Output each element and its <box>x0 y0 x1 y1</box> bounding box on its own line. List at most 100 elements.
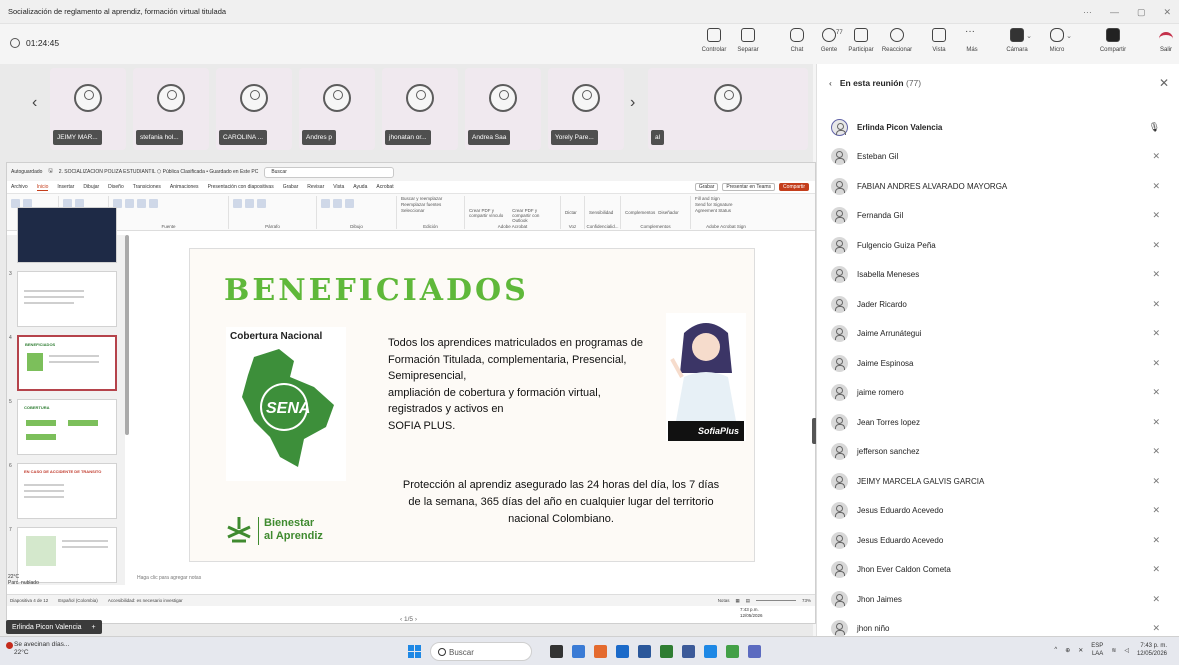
participant-row[interactable]: Jesus Eduardo Acevedo ✕ <box>817 527 1179 553</box>
slide-thumbnail[interactable]: EN CASO DE ACCIDENTE DE TRANSITO <box>17 463 117 519</box>
edge-icon[interactable] <box>616 645 629 658</box>
participant-row[interactable]: Fernanda Gil ✕ <box>817 203 1179 229</box>
mic-muted-icon[interactable]: ✕ <box>1152 535 1160 546</box>
menu-item[interactable]: Revisar <box>307 184 324 190</box>
participant-row[interactable]: Jean Torres lopez ✕ <box>817 409 1179 435</box>
accessibility-status[interactable]: Accesibilidad: es necesario investigar <box>108 598 183 603</box>
menu-item[interactable]: Animaciones <box>170 184 199 190</box>
volume-icon[interactable]: ◁ <box>1124 647 1129 654</box>
wifi-icon[interactable]: ≋ <box>1111 647 1116 654</box>
participant-row[interactable]: Jaime Espinosa ✕ <box>817 350 1179 376</box>
slide-thumbnail[interactable]: COBERTURA <box>17 399 117 455</box>
mic-muted-icon[interactable]: ✕ <box>1152 181 1160 192</box>
mic-muted-icon[interactable]: ✕ <box>1152 387 1160 398</box>
slide-thumbnail-selected[interactable]: BENEFICIADOS <box>17 335 117 391</box>
record-button[interactable]: Grabar <box>694 183 719 191</box>
menu-item[interactable]: Dibujar <box>83 184 99 190</box>
chevron-left-icon[interactable]: ‹ <box>32 94 37 112</box>
app-icon[interactable] <box>594 645 607 658</box>
ppt-share-button[interactable]: Compartir <box>779 183 809 191</box>
thumbnail-scrollbar[interactable] <box>125 235 129 435</box>
share-page-indicator[interactable]: ‹ 1/5 › <box>400 616 417 623</box>
menu-item[interactable]: Diseño <box>108 184 124 190</box>
zoom-slider[interactable] <box>755 600 796 601</box>
mic-muted-icon[interactable]: ✕ <box>1152 299 1160 310</box>
more-button[interactable]: ··· Más <box>955 27 989 54</box>
menu-item-active[interactable]: Inicio <box>36 184 49 191</box>
chat-button[interactable]: Chat <box>780 28 814 53</box>
mic-muted-icon[interactable]: ✕ <box>1152 240 1160 251</box>
language-status[interactable]: Español (Colombia) <box>58 598 98 603</box>
mic-muted-icon[interactable]: ✕ <box>1152 210 1160 221</box>
menu-item[interactable]: Ayuda <box>353 184 367 190</box>
chevron-up-icon[interactable]: ^ <box>1054 647 1057 653</box>
mic-tray-icon[interactable]: ✕ <box>1078 647 1083 654</box>
start-icon[interactable] <box>408 645 421 658</box>
mic-muted-icon[interactable]: ✕ <box>1152 358 1160 369</box>
close-icon[interactable]: ✕ <box>1163 7 1171 18</box>
participant-tile[interactable]: Yorely Pare... <box>548 68 624 150</box>
present-teams-button[interactable]: Presentar en Teams <box>722 183 776 191</box>
app-icon[interactable] <box>726 645 739 658</box>
leave-button[interactable]: Salir <box>1159 28 1173 53</box>
raise-hand-button[interactable]: Participar <box>844 28 878 53</box>
participant-row[interactable]: Fulgencio Guiza Peña ✕ <box>817 232 1179 258</box>
network-icon[interactable]: ⊕ <box>1065 647 1070 654</box>
participant-tile[interactable]: stefania hol... <box>133 68 209 150</box>
view-button[interactable]: Vista <box>922 28 956 53</box>
participant-row[interactable]: Esteban Gil ✕ <box>817 144 1179 170</box>
people-button[interactable]: Gente 77 <box>812 28 846 53</box>
participant-row[interactable]: Jader Ricardo ✕ <box>817 291 1179 317</box>
mic-on-icon[interactable]: 🎙 <box>1149 122 1160 133</box>
mic-muted-icon[interactable]: ✕ <box>1152 564 1160 575</box>
control-button[interactable]: Controlar <box>697 28 731 53</box>
ppt-search-input[interactable]: Buscar <box>264 166 395 178</box>
share-button[interactable]: Compartir <box>1096 28 1130 53</box>
menu-item[interactable]: Insertar <box>57 184 74 190</box>
participant-row[interactable]: jaime romero ✕ <box>817 380 1179 406</box>
chevron-down-icon[interactable]: ⌄ <box>1026 32 1032 40</box>
mic-muted-icon[interactable]: ✕ <box>1152 328 1160 339</box>
notes-placeholder[interactable]: Haga clic para agregar notas <box>137 575 201 581</box>
taskbar-search[interactable]: Buscar <box>430 642 532 661</box>
participant-tile[interactable]: Andres p <box>299 68 375 150</box>
task-view-icon[interactable] <box>550 645 563 658</box>
participant-tile[interactable]: CAROLINA ... <box>216 68 292 150</box>
participant-row[interactable]: JEIMY MARCELA GALVIS GARCIA ✕ <box>817 468 1179 494</box>
mic-muted-icon[interactable]: ✕ <box>1152 476 1160 487</box>
chevron-down-icon[interactable]: ⌄ <box>1066 32 1072 40</box>
normal-view-icon[interactable]: ▦ <box>735 598 739 604</box>
slide-thumbnail[interactable] <box>17 271 117 327</box>
widgets-icon[interactable] <box>572 645 585 658</box>
mic-button[interactable]: Micro ⌄ <box>1040 28 1074 53</box>
more-icon[interactable]: ··· <box>1083 7 1092 18</box>
mic-muted-icon[interactable]: ✕ <box>1152 417 1160 428</box>
participant-row[interactable]: jefferson sanchez ✕ <box>817 439 1179 465</box>
slide-thumbnail[interactable] <box>17 207 117 263</box>
participant-row[interactable]: Jaime Arrunátegui ✕ <box>817 321 1179 347</box>
taskbar-clock[interactable]: 7:43 p. m. 12/05/2026 <box>1137 642 1167 658</box>
menu-item[interactable]: Grabar <box>283 184 299 190</box>
mic-muted-icon[interactable]: ✕ <box>1152 594 1160 605</box>
participant-row[interactable]: Jesus Eduardo Acevedo ✕ <box>817 498 1179 524</box>
close-panel-icon[interactable]: ✕ <box>1159 76 1169 90</box>
teams-icon[interactable] <box>682 645 695 658</box>
menu-item[interactable]: Archivo <box>11 184 28 190</box>
participant-row[interactable]: FABIAN ANDRES ALVARADO MAYORGA ✕ <box>817 173 1179 199</box>
mic-muted-icon[interactable]: ✕ <box>1152 269 1160 280</box>
participant-row[interactable]: Isabella Meneses ✕ <box>817 262 1179 288</box>
language-indicator[interactable]: ESP LAA <box>1091 642 1103 658</box>
notes-button[interactable]: Notas <box>718 598 730 603</box>
weather-widget[interactable]: Se avecinan días... 22°C <box>6 641 69 657</box>
menu-item[interactable]: Vista <box>333 184 344 190</box>
save-icon[interactable]: 🖫 <box>48 168 52 176</box>
app-icon[interactable] <box>748 645 761 658</box>
outlook-icon[interactable] <box>704 645 717 658</box>
participant-tile[interactable]: JEIMY MAR... <box>50 68 126 150</box>
mic-muted-icon[interactable]: ✕ <box>1152 623 1160 634</box>
restore-icon[interactable]: ▢ <box>1137 7 1146 18</box>
excel-icon[interactable] <box>660 645 673 658</box>
menu-item[interactable]: Acrobat <box>376 184 393 190</box>
mic-muted-icon[interactable]: ✕ <box>1152 151 1160 162</box>
participant-row[interactable]: Jhon Jaimes ✕ <box>817 586 1179 612</box>
